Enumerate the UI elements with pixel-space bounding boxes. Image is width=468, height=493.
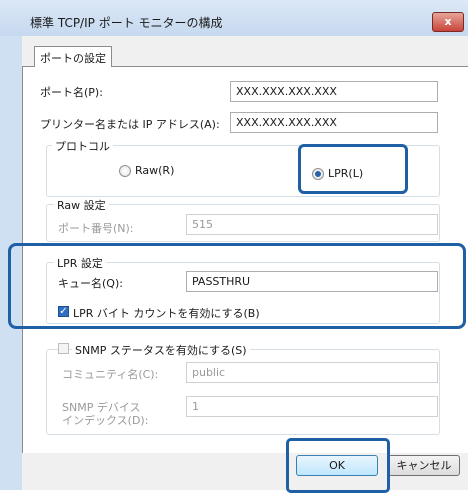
device-index-field: 1 [186, 396, 438, 417]
raw-radio[interactable] [119, 165, 131, 177]
printer-address-label: プリンター名または IP アドレス(A): [40, 118, 220, 131]
raw-settings-legend: Raw 設定 [54, 197, 109, 213]
port-name-label: ポート名(P): [40, 86, 103, 99]
community-name-field: public [186, 362, 438, 383]
protocol-legend: プロトコル [52, 138, 113, 154]
snmp-checkbox-label[interactable]: SNMP ステータスを有効にする(S) [72, 342, 250, 358]
port-number-label: ポート番号(N): [58, 222, 134, 235]
lpr-highlight-frame [298, 144, 408, 194]
community-name-label: コミュニティ名(C): [62, 368, 159, 381]
port-number-field: 515 [186, 214, 438, 235]
device-index-label-line2: インデックス(D): [62, 414, 149, 427]
snmp-checkbox[interactable] [58, 343, 69, 354]
printer-address-field[interactable]: XXX.XXX.XXX.XXX [230, 112, 438, 133]
tab-port-settings-label: ポートの設定 [40, 52, 106, 65]
ok-highlight-frame [286, 438, 390, 493]
port-name-field[interactable]: XXX.XXX.XXX.XXX [230, 81, 438, 102]
lpr-settings-highlight-frame [8, 243, 466, 329]
raw-radio-label[interactable]: Raw(R) [135, 164, 174, 177]
close-button[interactable]: x [432, 12, 464, 32]
window-title: 標準 TCP/IP ポート モニターの構成 [30, 16, 223, 30]
cancel-button[interactable]: キャンセル [388, 455, 460, 476]
